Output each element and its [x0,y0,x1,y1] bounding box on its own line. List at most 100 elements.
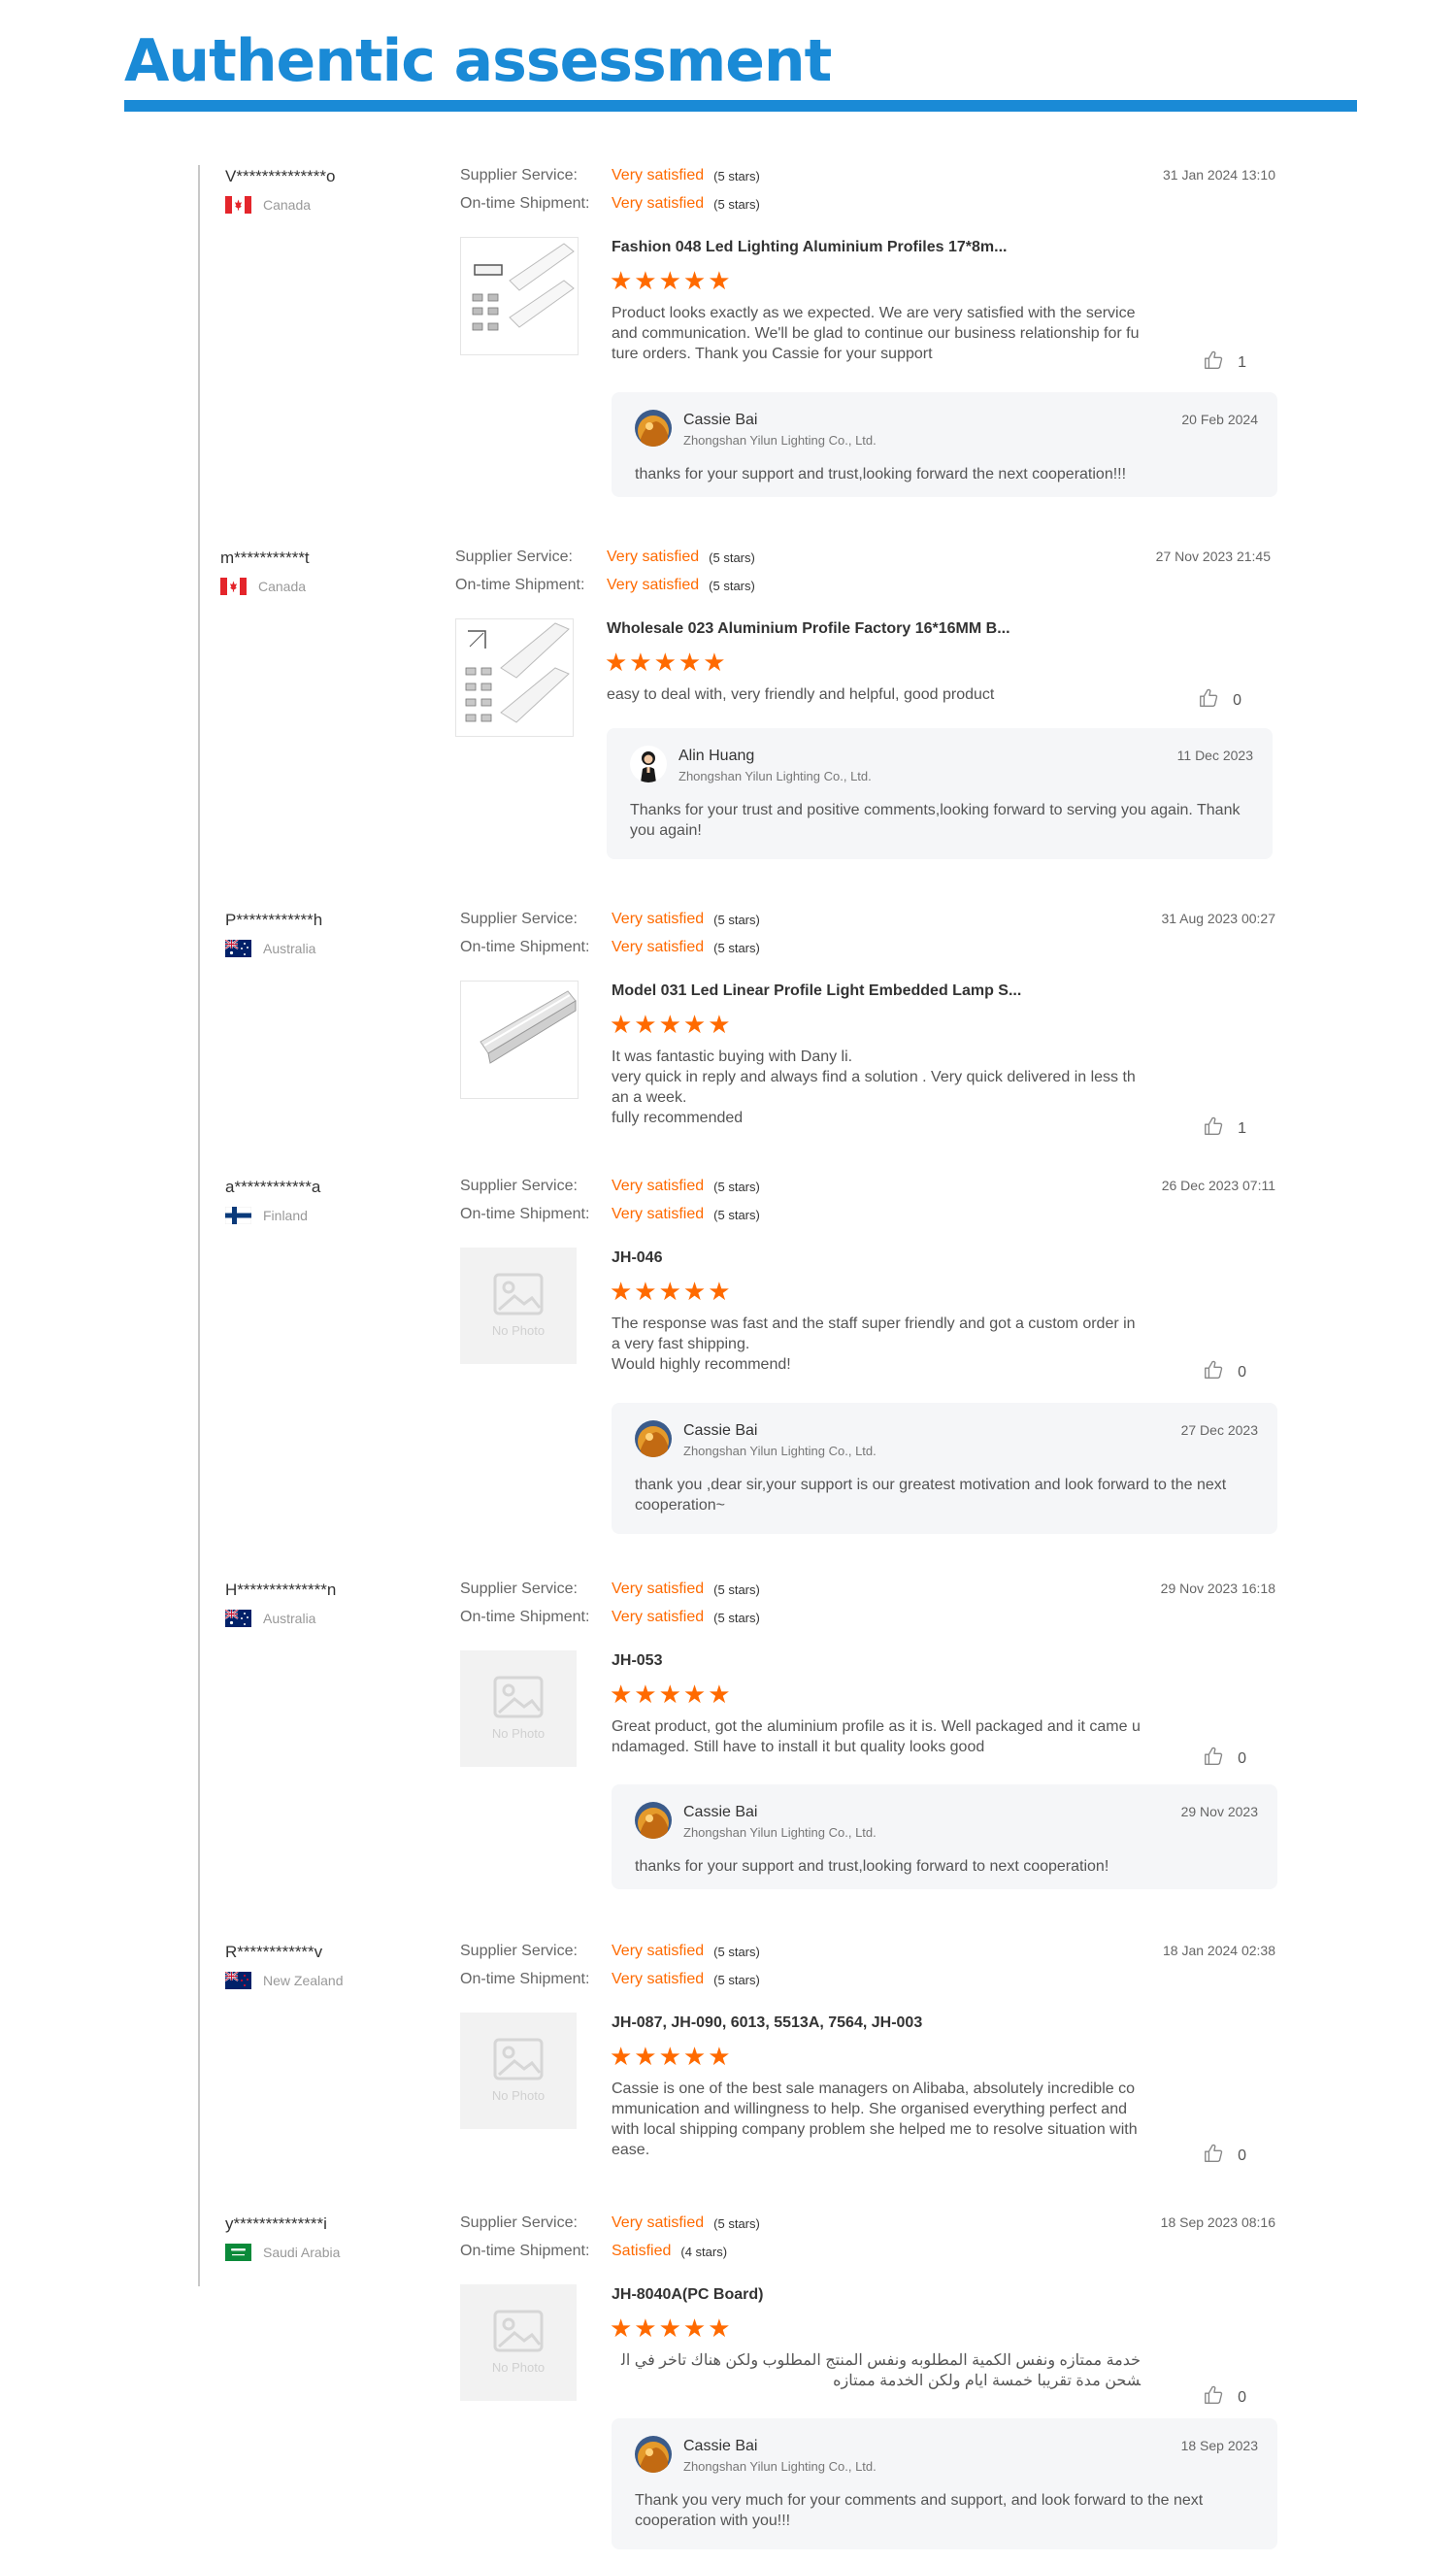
like-count: 0 [1238,2147,1246,2164]
avatar [635,2436,672,2473]
reply-date: 18 Sep 2023 [1180,2438,1258,2453]
corner-profile-kit-image[interactable] [455,618,574,737]
supplier-service-row: Supplier Service: Very satisfied (5 stars) [455,549,755,566]
on-time-shipment-row: On-time Shipment: Very satisfied (5 stars) [460,939,760,956]
review-comment: It was fantastic buying with Dany li. ve… [612,1048,1136,1126]
product-name-link[interactable]: Fashion 048 Led Lighting Aluminium Profi… [612,239,1007,256]
like-button[interactable]: 0 [1203,2143,1246,2169]
reply-date: 29 Nov 2023 [1180,1804,1258,1819]
product-name-link[interactable]: Model 031 Led Linear Profile Light Embed… [612,982,1021,1000]
metric-stars: (5 stars) [709,549,755,565]
star-rating: ★★★★★ [610,1277,733,1306]
on-time-shipment-row: On-time Shipment: Very satisfied (5 stars) [460,1609,760,1626]
star-rating: ★★★★★ [610,1680,733,1709]
metric-stars: (5 stars) [713,2215,760,2231]
on-time-shipment-row: On-time Shipment: Very satisfied (5 stars) [460,1971,760,1988]
review-comment: easy to deal with, very friendly and hel… [607,686,995,703]
reply-text: thank you ,dear sir,your support is our … [635,1477,1227,1514]
review-comment: Cassie is one of the best sale managers … [612,2080,1138,2158]
like-button[interactable]: 0 [1203,1359,1246,1385]
like-button[interactable]: 0 [1203,2384,1246,2411]
product-name-link[interactable]: JH-8040A(PC Board) [612,2286,763,2304]
australia-flag-icon [224,1609,251,1627]
reply-date: 11 Dec 2023 [1176,748,1253,763]
reply-date: 20 Feb 2024 [1181,412,1258,427]
no-photo-placeholder[interactable]: No Photo [460,1248,577,1364]
on-time-shipment-row: On-time Shipment: Very satisfied (5 stars) [460,195,760,213]
thumbs-up-icon [1203,1115,1224,1142]
thumbs-up-icon [1203,1746,1224,1772]
like-button[interactable]: 1 [1203,1115,1246,1142]
thumbs-up-icon [1203,2143,1224,2169]
metric-stars: (5 stars) [713,196,760,212]
metric-value: Very satisfied [612,1943,705,1959]
star-rating: ★★★★★ [610,266,733,295]
metric-label: On-time Shipment: [460,939,590,955]
metric-label: Supplier Service: [455,549,573,565]
like-button[interactable]: 0 [1203,1746,1246,1772]
on-time-shipment-row: On-time Shipment: Very satisfied (5 stars) [460,1206,760,1223]
avatar [630,746,667,782]
metric-label: On-time Shipment: [460,195,590,212]
buyer-name: H**************n [225,1581,337,1599]
product-name-link[interactable]: JH-046 [612,1249,662,1267]
product-name-link[interactable]: Wholesale 023 Aluminium Profile Factory … [607,620,1010,638]
like-button[interactable]: 0 [1198,687,1241,714]
country-name: Australia [263,1611,316,1626]
buyer-name: P************h [225,911,323,929]
metric-stars: (5 stars) [713,1207,760,1222]
canada-flag-icon [225,196,251,214]
reply-date: 27 Dec 2023 [1180,1422,1258,1438]
review-date: 27 Nov 2023 21:45 [1155,549,1271,564]
buyer-name: R************v [225,1943,323,1961]
metric-stars: (4 stars) [680,2244,728,2259]
review-date: 18 Jan 2024 02:38 [1163,1943,1275,1958]
no-photo-label: No Photo [491,2360,546,2375]
reply-author: Alin Huang [678,748,755,764]
metric-stars: (5 stars) [713,1944,760,1959]
buyer-name: y**************i [225,2214,327,2233]
thumbs-up-icon [1198,687,1219,714]
no-photo-placeholder[interactable]: No Photo [460,2284,577,2401]
review-date: 29 Nov 2023 16:18 [1160,1581,1275,1596]
metric-value: Very satisfied [612,195,705,212]
metric-value: Very satisfied [612,1971,705,1987]
country-name: Canada [258,579,307,594]
review-comment: Product looks exactly as we expected. We… [612,305,1140,362]
supplier-service-row: Supplier Service: Very satisfied (5 stars) [460,2214,760,2232]
avatar [635,410,672,447]
canada-flag-icon [220,578,247,595]
like-count: 0 [1238,1749,1246,1767]
supplier-service-row: Supplier Service: Very satisfied (5 stars) [460,1943,760,1960]
review-comment: Great product, got the aluminium profile… [612,1718,1141,1755]
no-photo-placeholder[interactable]: No Photo [460,2013,577,2129]
buyer-country: Australia [224,1609,316,1627]
metric-label: Supplier Service: [460,167,578,183]
product-name-link[interactable]: JH-087, JH-090, 6013, 5513A, 7564, JH-00… [612,2014,922,2032]
metric-label: Supplier Service: [460,1943,578,1959]
like-count: 0 [1238,2388,1246,2406]
like-count: 0 [1238,1363,1246,1381]
supplier-service-row: Supplier Service: Very satisfied (5 stars) [460,911,760,928]
supplier-reply: Alin Huang Zhongshan Yilun Lighting Co., … [607,728,1273,859]
buyer-name: m***********t [220,549,310,567]
no-photo-label: No Photo [491,1726,546,1741]
star-rating: ★★★★★ [610,2313,733,2343]
metric-value: Very satisfied [612,939,705,955]
metric-label: Supplier Service: [460,1581,578,1597]
timeline-divider [198,165,200,2286]
metric-value: Very satisfied [607,577,700,593]
reply-author: Cassie Bai [683,412,758,428]
aluminium-profile-kit-image[interactable] [460,237,579,355]
star-rating: ★★★★★ [610,2042,733,2071]
linear-profile-image[interactable] [460,981,579,1099]
no-photo-placeholder[interactable]: No Photo [460,1650,577,1767]
supplier-reply: Cassie Bai Zhongshan Yilun Lighting Co., … [612,2418,1277,2549]
like-count: 1 [1238,1119,1246,1137]
thumbs-up-icon [1203,1359,1224,1385]
like-button[interactable]: 1 [1203,350,1246,376]
product-name-link[interactable]: JH-053 [612,1652,662,1670]
metric-label: On-time Shipment: [455,577,585,593]
no-photo-label: No Photo [491,1323,546,1338]
country-name: Canada [263,197,312,213]
